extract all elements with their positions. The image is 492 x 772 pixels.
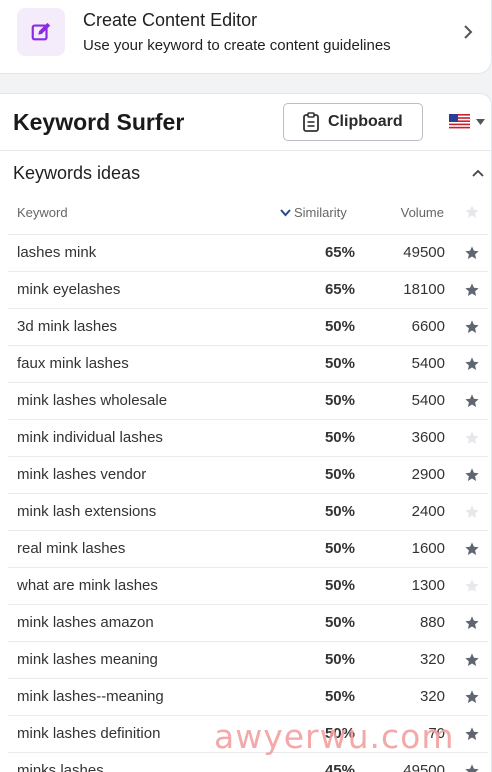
star-icon[interactable]	[464, 726, 480, 742]
keyword-cell[interactable]: mink individual lashes	[17, 429, 163, 446]
similarity-cell: 65%	[324, 244, 355, 261]
similarity-label: Similarity	[294, 205, 347, 220]
chevron-right-icon[interactable]	[461, 22, 475, 42]
volume-cell: 320	[419, 688, 445, 705]
us-flag-icon	[449, 114, 470, 129]
keyword-surfer-panel: Keyword Surfer Clipboard Keywords ideas …	[0, 93, 492, 772]
star-icon[interactable]	[464, 689, 480, 705]
edit-square-icon	[31, 22, 51, 41]
volume-cell: 49500	[403, 244, 445, 261]
star-icon[interactable]	[464, 282, 480, 298]
similarity-cell: 50%	[324, 429, 355, 446]
similarity-cell: 50%	[324, 688, 355, 705]
promo-title: Create Content Editor	[83, 10, 258, 30]
table-row[interactable]: what are mink lashes 50% 1300	[8, 567, 488, 604]
star-icon[interactable]	[464, 615, 480, 631]
panel-title: Keyword Surfer	[13, 109, 185, 135]
volume-cell: 2900	[411, 466, 445, 483]
similarity-cell: 50%	[324, 392, 355, 409]
star-icon[interactable]	[464, 578, 480, 594]
table-row[interactable]: real mink lashes 50% 1600	[8, 530, 488, 567]
column-header-volume[interactable]: Volume	[401, 205, 444, 220]
similarity-cell: 50%	[324, 540, 355, 557]
sort-desc-icon	[280, 208, 291, 216]
table-row[interactable]: mink lashes amazon 50% 880	[8, 604, 488, 641]
volume-cell: 49500	[403, 762, 445, 772]
volume-cell: 18100	[403, 281, 445, 298]
content-editor-icon-box	[17, 8, 65, 56]
keyword-cell[interactable]: 3d mink lashes	[17, 318, 117, 335]
keyword-cell[interactable]: mink lashes vendor	[17, 466, 146, 483]
table-row[interactable]: mink lashes wholesale 50% 5400	[8, 382, 488, 419]
volume-cell: 880	[419, 614, 445, 631]
volume-cell: 1300	[411, 577, 445, 594]
volume-cell: 5400	[411, 392, 445, 409]
similarity-cell: 50%	[324, 651, 355, 668]
volume-cell: 2400	[411, 503, 445, 520]
keyword-cell[interactable]: faux mink lashes	[17, 355, 129, 372]
clipboard-label: Clipboard	[328, 113, 403, 130]
section-title: Keywords ideas	[13, 163, 141, 183]
volume-cell: 3600	[411, 429, 445, 446]
star-icon[interactable]	[464, 504, 480, 520]
star-icon[interactable]	[464, 467, 480, 483]
table-row[interactable]: mink lash extensions 50% 2400	[8, 493, 488, 530]
table-row[interactable]: 3d mink lashes 50% 6600	[8, 308, 488, 345]
table-row[interactable]: lashes mink 65% 49500	[8, 234, 488, 271]
keyword-cell[interactable]: lashes mink	[17, 244, 96, 261]
table-row[interactable]: mink lashes vendor 50% 2900	[8, 456, 488, 493]
clipboard-icon	[303, 112, 319, 132]
star-icon[interactable]	[464, 245, 480, 261]
keyword-cell[interactable]: mink lash extensions	[17, 503, 156, 520]
volume-cell: 1600	[411, 540, 445, 557]
similarity-cell: 50%	[324, 318, 355, 335]
chevron-up-icon[interactable]	[471, 168, 485, 178]
table-row[interactable]: mink lashes meaning 50% 320	[8, 641, 488, 678]
country-select[interactable]	[449, 114, 485, 129]
keyword-cell[interactable]: mink lashes amazon	[17, 614, 154, 631]
star-icon[interactable]	[464, 393, 480, 409]
star-icon[interactable]	[464, 652, 480, 668]
table-row[interactable]: mink lashes--meaning 50% 320	[8, 678, 488, 715]
star-icon[interactable]	[464, 763, 480, 772]
table-row[interactable]: mink individual lashes 50% 3600	[8, 419, 488, 456]
similarity-cell: 50%	[324, 355, 355, 372]
table-row[interactable]: faux mink lashes 50% 5400	[8, 345, 488, 382]
column-header-similarity[interactable]: Similarity	[280, 205, 347, 220]
similarity-cell: 50%	[324, 466, 355, 483]
volume-cell: 320	[419, 651, 445, 668]
star-icon[interactable]	[464, 541, 480, 557]
caret-down-icon	[476, 118, 485, 125]
similarity-cell: 65%	[324, 281, 355, 298]
keyword-cell[interactable]: mink lashes--meaning	[17, 688, 164, 705]
star-icon[interactable]	[464, 430, 480, 446]
similarity-cell: 50%	[324, 503, 355, 520]
keyword-table: lashes mink 65% 49500 mink eyelashes 65% 1810…	[8, 234, 488, 772]
similarity-cell: 45%	[324, 762, 355, 772]
table-row[interactable]: mink eyelashes 65% 18100	[8, 271, 488, 308]
star-icon[interactable]	[464, 319, 480, 335]
similarity-cell: 50%	[324, 614, 355, 631]
clipboard-button[interactable]: Clipboard	[283, 103, 423, 141]
star-icon[interactable]	[464, 356, 480, 372]
keyword-cell[interactable]: what are mink lashes	[17, 577, 158, 594]
keyword-cell[interactable]: mink lashes wholesale	[17, 392, 167, 409]
create-content-editor-card[interactable]: Create Content Editor Use your keyword t…	[0, 0, 492, 74]
volume-cell: 6600	[411, 318, 445, 335]
keyword-cell[interactable]: minks lashes	[17, 762, 104, 772]
column-header-keyword[interactable]: Keyword	[17, 205, 68, 220]
keyword-cell[interactable]: mink eyelashes	[17, 281, 120, 298]
header-divider	[0, 150, 492, 151]
similarity-cell: 50%	[324, 577, 355, 594]
keyword-cell[interactable]: real mink lashes	[17, 540, 125, 557]
promo-subtitle: Use your keyword to create content guide…	[83, 37, 391, 54]
watermark-text: awyerwu.com	[214, 717, 455, 756]
keyword-cell[interactable]: mink lashes meaning	[17, 651, 158, 668]
volume-cell: 5400	[411, 355, 445, 372]
star-all-icon[interactable]	[464, 204, 480, 220]
keyword-cell[interactable]: mink lashes definition	[17, 725, 160, 742]
